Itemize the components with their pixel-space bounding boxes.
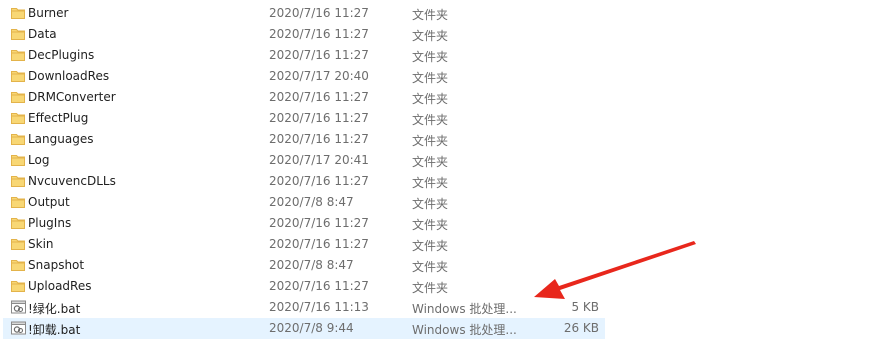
file-date-modified: 2020/7/8 9:44 bbox=[269, 321, 354, 335]
file-name: DecPlugins bbox=[28, 48, 95, 62]
file-name: PlugIns bbox=[28, 216, 72, 230]
file-type: Windows 批处理... bbox=[412, 302, 517, 316]
file-type: 文件夹 bbox=[412, 197, 449, 211]
folder-row[interactable]: Output 2020/7/8 8:47 文件夹 bbox=[3, 192, 605, 213]
file-size: 5 KB bbox=[571, 300, 599, 314]
folder-icon bbox=[11, 6, 25, 20]
folder-row[interactable]: DecPlugins 2020/7/16 11:27 文件夹 bbox=[3, 45, 605, 66]
batch-file-icon bbox=[11, 321, 26, 335]
file-date-modified: 2020/7/16 11:27 bbox=[269, 90, 369, 104]
file-type: 文件夹 bbox=[412, 155, 449, 169]
folder-row[interactable]: DRMConverter 2020/7/16 11:27 文件夹 bbox=[3, 87, 605, 108]
file-type: 文件夹 bbox=[412, 8, 449, 22]
file-type: 文件夹 bbox=[412, 176, 449, 190]
file-date-modified: 2020/7/16 11:27 bbox=[269, 6, 369, 20]
folder-row[interactable]: UploadRes 2020/7/16 11:27 文件夹 bbox=[3, 276, 605, 297]
file-name: Snapshot bbox=[28, 258, 85, 272]
folder-row[interactable]: Log 2020/7/17 20:41 文件夹 bbox=[3, 150, 605, 171]
folder-icon bbox=[11, 90, 25, 104]
folder-icon bbox=[11, 153, 25, 167]
file-date-modified: 2020/7/8 8:47 bbox=[269, 258, 354, 272]
folder-row[interactable]: Skin 2020/7/16 11:27 文件夹 bbox=[3, 234, 605, 255]
file-name: Skin bbox=[28, 237, 54, 251]
file-name: Output bbox=[28, 195, 70, 209]
file-type: Windows 批处理... bbox=[412, 323, 517, 337]
folder-row[interactable]: PlugIns 2020/7/16 11:27 文件夹 bbox=[3, 213, 605, 234]
folder-icon bbox=[11, 27, 25, 41]
file-row[interactable]: !卸载.bat 2020/7/8 9:44 Windows 批处理... 26 KB bbox=[3, 318, 605, 339]
file-name: Burner bbox=[28, 6, 69, 20]
file-type: 文件夹 bbox=[412, 29, 449, 43]
folder-row[interactable]: Languages 2020/7/16 11:27 文件夹 bbox=[3, 129, 605, 150]
file-date-modified: 2020/7/16 11:27 bbox=[269, 279, 369, 293]
file-type: 文件夹 bbox=[412, 260, 449, 274]
file-type: 文件夹 bbox=[412, 218, 449, 232]
file-type: 文件夹 bbox=[412, 113, 449, 127]
file-date-modified: 2020/7/16 11:27 bbox=[269, 111, 369, 125]
folder-icon bbox=[11, 258, 25, 272]
file-date-modified: 2020/7/17 20:41 bbox=[269, 153, 369, 167]
folder-icon bbox=[11, 279, 25, 293]
file-type: 文件夹 bbox=[412, 134, 449, 148]
file-type: 文件夹 bbox=[412, 50, 449, 64]
file-type: 文件夹 bbox=[412, 92, 449, 106]
folder-icon bbox=[11, 195, 25, 209]
file-list: Burner 2020/7/16 11:27 文件夹 Data 2020/7/16 11… bbox=[0, 3, 884, 339]
file-size: 26 KB bbox=[563, 321, 599, 335]
folder-icon bbox=[11, 48, 25, 62]
folder-row[interactable]: Data 2020/7/16 11:27 文件夹 bbox=[3, 24, 605, 45]
batch-file-icon bbox=[11, 300, 26, 314]
file-row[interactable]: !绿化.bat 2020/7/16 11:13 Windows 批处理... 5 KB bbox=[3, 297, 605, 318]
file-date-modified: 2020/7/16 11:27 bbox=[269, 237, 369, 251]
folder-icon bbox=[11, 69, 25, 83]
file-name: Languages bbox=[28, 132, 94, 146]
file-name: !卸载.bat bbox=[28, 323, 81, 337]
file-name: NvcuvencDLLs bbox=[28, 174, 116, 188]
folder-row[interactable]: DownloadRes 2020/7/17 20:40 文件夹 bbox=[3, 66, 605, 87]
file-date-modified: 2020/7/16 11:27 bbox=[269, 174, 369, 188]
file-name: Data bbox=[28, 27, 57, 41]
folder-icon bbox=[11, 237, 25, 251]
file-type: 文件夹 bbox=[412, 71, 449, 85]
file-name: EffectPlug bbox=[28, 111, 89, 125]
file-name: UploadRes bbox=[28, 279, 92, 293]
file-date-modified: 2020/7/16 11:27 bbox=[269, 48, 369, 62]
file-name: Log bbox=[28, 153, 50, 167]
folder-icon bbox=[11, 174, 25, 188]
file-name: DownloadRes bbox=[28, 69, 110, 83]
file-name: !绿化.bat bbox=[28, 302, 81, 316]
folder-row[interactable]: Snapshot 2020/7/8 8:47 文件夹 bbox=[3, 255, 605, 276]
file-date-modified: 2020/7/16 11:27 bbox=[269, 216, 369, 230]
file-type: 文件夹 bbox=[412, 281, 449, 295]
folder-icon bbox=[11, 111, 25, 125]
file-name: DRMConverter bbox=[28, 90, 116, 104]
file-date-modified: 2020/7/16 11:27 bbox=[269, 132, 369, 146]
folder-row[interactable]: NvcuvencDLLs 2020/7/16 11:27 文件夹 bbox=[3, 171, 605, 192]
folder-icon bbox=[11, 216, 25, 230]
file-date-modified: 2020/7/17 20:40 bbox=[269, 69, 369, 83]
file-date-modified: 2020/7/16 11:13 bbox=[269, 300, 369, 314]
file-type: 文件夹 bbox=[412, 239, 449, 253]
folder-row[interactable]: EffectPlug 2020/7/16 11:27 文件夹 bbox=[3, 108, 605, 129]
file-date-modified: 2020/7/8 8:47 bbox=[269, 195, 354, 209]
file-date-modified: 2020/7/16 11:27 bbox=[269, 27, 369, 41]
folder-row[interactable]: Burner 2020/7/16 11:27 文件夹 bbox=[3, 3, 605, 24]
folder-icon bbox=[11, 132, 25, 146]
